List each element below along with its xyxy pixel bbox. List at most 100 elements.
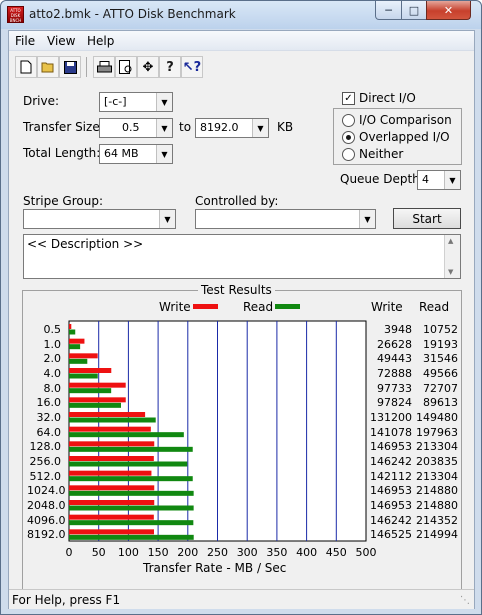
description-box[interactable]: << Description >> ▲ ▼: [23, 234, 461, 279]
read-bar: [69, 373, 98, 379]
context-help-icon[interactable]: ↖?: [181, 56, 203, 78]
y-tick-label: 256.0: [29, 455, 62, 468]
app-window: ATTO DISK BNCH atto2.bmk - ATTO Disk Ben…: [0, 0, 482, 615]
minimize-button[interactable]: ─: [375, 1, 402, 20]
read-value: 72707: [423, 381, 458, 395]
status-bar: For Help, press F1 ⋱: [9, 589, 474, 609]
stripe-group-label: Stripe Group:: [23, 194, 103, 208]
chevron-down-icon: ▼: [359, 210, 375, 228]
x-tick-label: 50: [91, 546, 106, 559]
maximize-button[interactable]: □: [401, 1, 427, 20]
print-preview-icon[interactable]: [115, 56, 137, 78]
write-bar: [69, 368, 112, 373]
close-button[interactable]: ✕: [426, 1, 471, 20]
read-bar: [69, 417, 156, 423]
chevron-down-icon: ▼: [156, 119, 172, 137]
open-icon[interactable]: [37, 56, 59, 78]
io-comparison-label: I/O Comparison: [359, 113, 452, 127]
write-value: 142112: [370, 469, 412, 483]
save-icon[interactable]: [59, 56, 81, 78]
test-results-panel: Test Results Write Read Write Read 0.5 39…: [22, 283, 462, 602]
new-icon[interactable]: [15, 56, 37, 78]
y-tick-label: 2.0: [43, 352, 62, 366]
write-value: 72888: [377, 367, 412, 380]
stripe-group-select[interactable]: ▼: [23, 209, 176, 229]
read-value: 214880: [416, 499, 458, 512]
write-value: 146953: [370, 499, 412, 512]
write-bar: [69, 382, 126, 388]
scroll-up-icon: ▲: [448, 237, 454, 245]
read-bar: [69, 534, 194, 540]
write-bar: [69, 500, 155, 505]
total-length-label: Total Length:: [23, 146, 101, 160]
y-tick-label: 4.0: [43, 367, 62, 380]
description-scrollbar[interactable]: ▲ ▼: [444, 235, 460, 278]
read-value: 214880: [416, 484, 458, 498]
queue-depth-label: Queue Depth:: [340, 172, 424, 186]
read-bar: [69, 329, 76, 335]
y-tick-label: 64.0: [36, 425, 62, 439]
client-area: File View Help ✥ ? ↖? Drive: [-c-] ▼ Tra…: [8, 30, 475, 609]
total-length-select[interactable]: 64 MB ▼: [99, 144, 173, 164]
title-bar[interactable]: ATTO DISK BNCH atto2.bmk - ATTO Disk Ben…: [1, 1, 481, 29]
read-value: 213304: [416, 469, 458, 483]
drive-select[interactable]: [-c-] ▼: [99, 92, 173, 112]
description-text: << Description >>: [27, 237, 144, 251]
total-length-value: 64 MB: [104, 147, 139, 160]
read-value: 10752: [423, 323, 458, 336]
chevron-down-icon: ▼: [252, 119, 268, 137]
x-tick-label: 350: [266, 546, 288, 559]
read-bar: [69, 358, 88, 364]
transfer-size-label: Transfer Size:: [23, 120, 104, 134]
atto-app-icon: ATTO DISK BNCH: [7, 6, 24, 23]
write-value: 146953: [370, 484, 412, 498]
write-value: 131200: [370, 411, 412, 424]
read-bar: [69, 490, 194, 496]
write-value: 146242: [370, 513, 412, 527]
write-bar: [69, 426, 151, 432]
x-tick-label: 150: [147, 546, 169, 559]
drive-value: [-c-]: [104, 95, 127, 108]
read-value: 31546: [423, 352, 458, 366]
transfer-to-value: 8192.0: [200, 121, 239, 134]
read-bar: [69, 446, 193, 452]
y-tick-label: 1024.0: [27, 484, 66, 498]
direct-io-checkbox[interactable]: ✓: [342, 92, 355, 105]
x-tick-label: 400: [296, 546, 318, 559]
queue-depth-select[interactable]: 4 ▼: [417, 170, 461, 190]
overlapped-io-radio[interactable]: [342, 131, 355, 144]
write-bar: [69, 456, 154, 461]
write-value: 146953: [370, 440, 412, 454]
x-tick-label: 100: [117, 546, 139, 559]
write-value: 141078: [370, 425, 412, 439]
read-value: 49566: [423, 367, 458, 380]
status-text: For Help, press F1: [12, 593, 121, 607]
print-icon[interactable]: [93, 56, 115, 78]
chevron-down-icon: ▼: [444, 171, 460, 189]
start-button[interactable]: Start: [393, 208, 461, 229]
transfer-size-from-select[interactable]: 0.5 ▼: [99, 118, 173, 138]
write-value: 146525: [370, 528, 412, 542]
resize-grip-icon[interactable]: ⋱: [460, 595, 472, 607]
y-tick-label: 1.0: [43, 337, 62, 351]
neither-radio[interactable]: [342, 148, 355, 161]
help-icon[interactable]: ?: [159, 56, 181, 78]
menu-view[interactable]: View: [47, 34, 75, 48]
y-tick-label: 32.0: [36, 411, 62, 424]
transfer-size-to-select[interactable]: 8192.0 ▼: [195, 118, 269, 138]
y-tick-label: 8192.0: [27, 528, 66, 542]
window-title: atto2.bmk - ATTO Disk Benchmark: [29, 7, 236, 21]
io-comparison-radio[interactable]: [342, 114, 355, 127]
menu-help[interactable]: Help: [87, 34, 114, 48]
toolbar: ✥ ? ↖?: [9, 53, 474, 81]
write-value: 97733: [377, 381, 412, 395]
transfer-from-value: 0.5: [122, 121, 140, 134]
move-icon[interactable]: ✥: [137, 56, 159, 78]
menu-file[interactable]: File: [15, 34, 35, 48]
y-tick-label: 512.0: [29, 469, 62, 483]
x-axis-label: Transfer Rate - MB / Sec: [143, 561, 287, 575]
direct-io-label: Direct I/O: [359, 91, 416, 105]
x-tick-label: 250: [207, 546, 228, 559]
controlled-by-select[interactable]: ▼: [195, 209, 376, 229]
to-label: to: [179, 120, 192, 134]
